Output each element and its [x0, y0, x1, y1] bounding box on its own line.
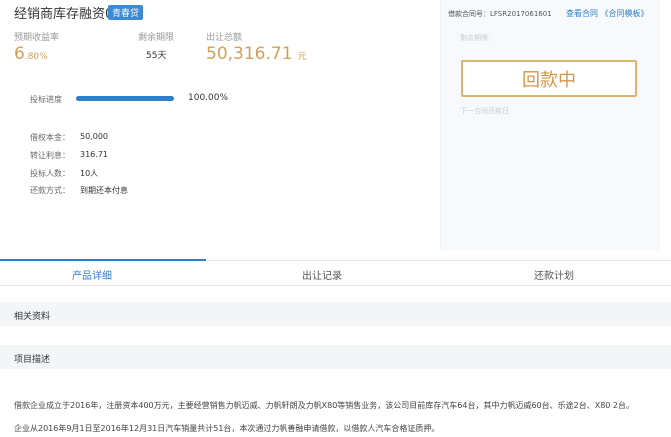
info-value: 316.71	[80, 150, 108, 159]
product-badge: 青春贷	[108, 5, 144, 20]
info-label: 还款方式：	[30, 186, 70, 195]
term-label: 剩余期限	[138, 33, 175, 43]
rate-value: 6.80%	[14, 44, 48, 64]
tab-transfer-records[interactable]: 出让记录	[302, 267, 342, 282]
tab-repayment-plan[interactable]: 还款计划	[534, 267, 574, 282]
info-label: 转让利息：	[30, 151, 70, 160]
amount-label: 出让总额	[206, 33, 243, 43]
term-value: 55天	[146, 51, 167, 61]
section-materials: 相关资料	[0, 302, 671, 326]
info-label: 借权本金：	[30, 133, 70, 142]
info-value: 到期还本付息	[80, 186, 128, 195]
next-date-label: 下一合同还款日	[460, 107, 509, 115]
amount-value: 50,316.71 元	[206, 44, 307, 64]
description-paragraph: 借款企业成立于2016年，注册资本400万元，主要经营销售力帆迈威、力帆轩朗及力…	[14, 401, 635, 410]
amount-number: 50,316.71	[206, 44, 293, 64]
contract-number: 借款合同号：LFSR2017061601	[448, 9, 552, 19]
progress-track	[76, 96, 174, 101]
section-description: 项目描述	[0, 345, 671, 369]
contract-no: LFSR2017061601	[490, 10, 552, 18]
view-contract[interactable]: 查看合同	[566, 9, 598, 18]
progress-fill	[76, 96, 174, 101]
info-label: 投标人数：	[30, 169, 70, 178]
rate-int: 6	[14, 44, 25, 64]
active-tab-indicator	[0, 259, 206, 261]
info-value: 10人	[80, 169, 99, 178]
tab-product-detail[interactable]: 产品详细	[72, 267, 112, 282]
remaining-label: 剩余期限：	[460, 34, 495, 42]
status-button[interactable]: 回款中	[461, 60, 637, 97]
amount-unit: 元	[297, 52, 307, 62]
template-link[interactable]: 《合同模板》	[601, 9, 649, 18]
info-value: 50,000	[80, 132, 108, 141]
rate-dec: .80%	[24, 52, 48, 62]
description-paragraph: 企业从2016年9月1日至2016年12月31日汽车销量共计51台，本次通过力帆…	[14, 424, 440, 433]
progress-label: 投标进度	[30, 95, 62, 104]
rate-label: 预期收益率	[14, 33, 60, 43]
view-contract-link[interactable]: 查看合同 《合同模板》	[566, 8, 649, 19]
tab-bar: 产品详细 出让记录 还款计划	[0, 259, 671, 286]
contract-label: 借款合同号：	[448, 10, 490, 18]
progress-value: 100.00%	[188, 93, 229, 103]
